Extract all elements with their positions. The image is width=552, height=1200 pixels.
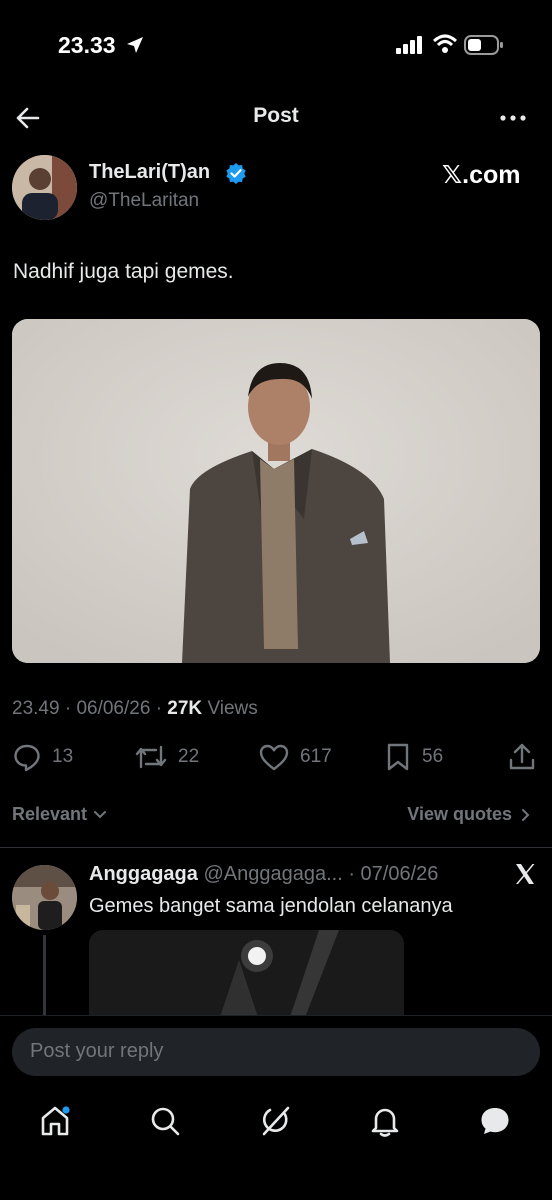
repost-icon [135, 745, 167, 769]
share-button[interactable] [508, 740, 536, 774]
reply-header: Anggagaga @Anggagaga... · 07/06/26 [89, 863, 438, 886]
view-quotes-label: View quotes [407, 804, 512, 824]
share-icon [509, 743, 535, 770]
bottom-tab-bar [0, 1090, 552, 1200]
post-date: 06/06/26 [76, 698, 151, 719]
author-avatar[interactable] [12, 155, 77, 220]
bookmark-button[interactable]: 56 [384, 740, 443, 774]
divider [0, 847, 552, 848]
like-button[interactable]: 617 [258, 740, 332, 774]
verified-icon [226, 163, 246, 184]
page-title: Post [253, 104, 299, 127]
reply-avatar[interactable] [12, 865, 77, 930]
reply-count: 13 [52, 746, 74, 767]
author-name[interactable]: TheLari(T)an [89, 161, 210, 184]
home-icon[interactable] [38, 1104, 72, 1138]
like-icon [259, 744, 289, 771]
chevron-down-icon [94, 810, 107, 818]
post-text: Nadhif juga tapi gemes. [13, 260, 234, 283]
replies-filter-row: Relevant View quotes [0, 800, 552, 830]
reply-media[interactable] [89, 930, 404, 1020]
thread-line [43, 935, 46, 1015]
x-logo-icon [516, 864, 535, 884]
bookmark-icon [387, 743, 409, 771]
reply-button[interactable]: 13 [12, 740, 73, 774]
post-image[interactable] [12, 319, 540, 663]
reply-author-handle[interactable]: @Anggagaga... [203, 863, 342, 885]
messages-icon[interactable] [478, 1104, 512, 1138]
post-meta: 23.49 · 06/06/26 · 27K Views [12, 698, 258, 720]
battery-icon [464, 35, 503, 55]
notifications-icon[interactable] [368, 1104, 402, 1138]
repost-count: 22 [178, 746, 200, 767]
reply-icon [14, 744, 40, 772]
post-time: 23.49 [12, 698, 60, 719]
reply-input[interactable]: Post your reply [12, 1028, 540, 1076]
like-count: 617 [300, 746, 332, 767]
status-time: 23.33 [58, 32, 116, 58]
compose-bar: Post your reply [0, 1015, 552, 1090]
sort-label: Relevant [12, 804, 88, 824]
more-icon[interactable] [496, 104, 530, 132]
source-label: 𝕏.com [442, 161, 521, 189]
meta-separator-2: · [155, 698, 163, 719]
reply-date: · 07/06/26 [348, 863, 439, 885]
views-count[interactable]: 27K [167, 698, 202, 719]
top-bar: Post [0, 90, 552, 142]
sort-dropdown[interactable]: Relevant [12, 804, 109, 825]
search-icon[interactable] [148, 1104, 182, 1138]
status-bar: 23.33 [0, 0, 552, 90]
location-arrow-icon [127, 37, 143, 53]
reply-author-name[interactable]: Anggagaga [89, 863, 198, 885]
chevron-right-icon [522, 808, 530, 821]
reply-text: Gemes banget sama jendolan celananya [89, 895, 453, 917]
author-handle[interactable]: @TheLaritan [89, 190, 199, 212]
view-quotes-link[interactable]: View quotes [407, 804, 534, 825]
views-label: Views [207, 698, 258, 719]
meta-separator: · [64, 698, 72, 719]
repost-button[interactable]: 22 [134, 740, 199, 774]
bookmark-count: 56 [422, 746, 444, 767]
grok-icon[interactable] [258, 1104, 292, 1138]
action-bar: 13 22 617 56 [0, 740, 552, 774]
wifi-icon [433, 34, 457, 53]
signal-icon [396, 36, 422, 54]
